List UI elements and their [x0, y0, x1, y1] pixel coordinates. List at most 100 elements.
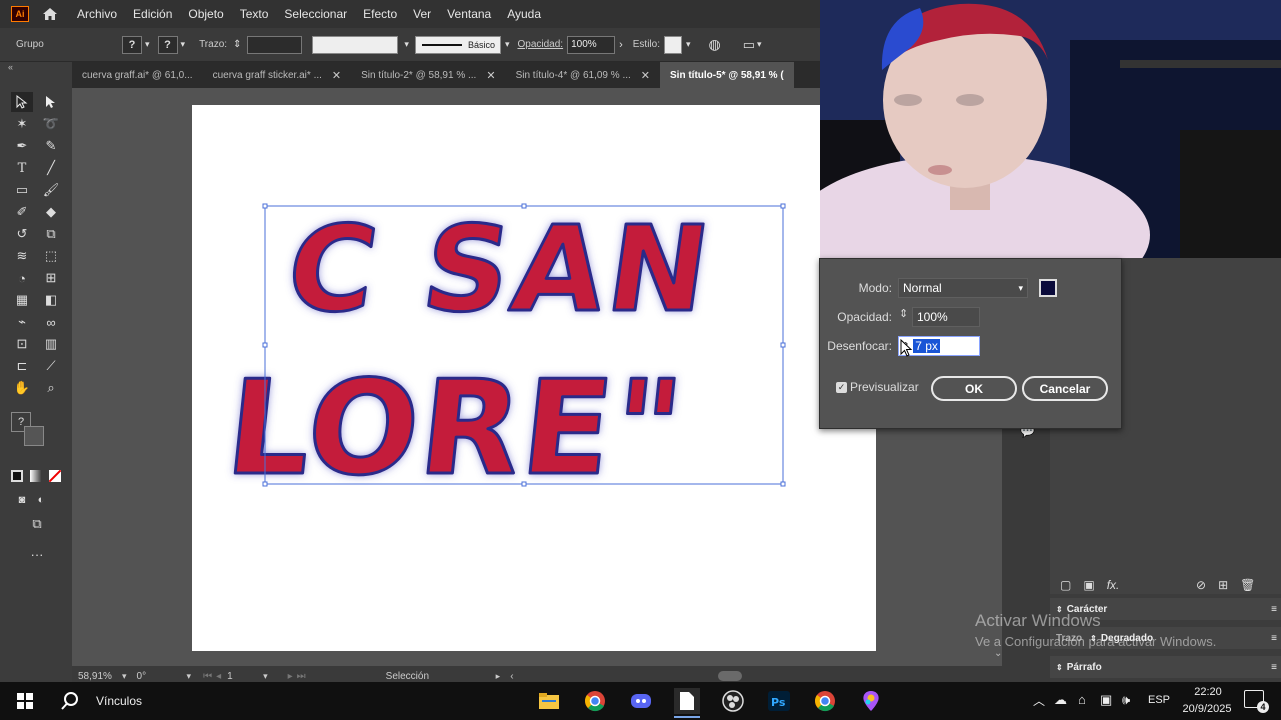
- search-icon[interactable]: [57, 688, 83, 714]
- previous-artboard-icon[interactable]: ◂: [216, 671, 221, 682]
- chevron-down-icon[interactable]: ▾: [263, 671, 268, 682]
- color-mode-icon[interactable]: [11, 470, 23, 482]
- menu-objeto[interactable]: Objeto: [188, 7, 223, 21]
- show-hidden-icons-icon[interactable]: ︿: [1033, 692, 1045, 709]
- lasso-tool-icon[interactable]: ➰: [40, 114, 62, 134]
- network-icon[interactable]: ⌂: [1078, 692, 1086, 707]
- close-icon[interactable]: ✕: [486, 69, 495, 82]
- mode-select[interactable]: Normal ▾: [898, 278, 1028, 298]
- column-graph-tool-icon[interactable]: ▥: [40, 334, 62, 354]
- blend-tool-icon[interactable]: ∞: [40, 312, 62, 332]
- none-mode-icon[interactable]: [49, 470, 61, 482]
- hand-tool-icon[interactable]: ✋: [11, 378, 33, 398]
- tab-cuerva-graff-sticker[interactable]: cuerva graff sticker.ai* ... ✕: [202, 62, 352, 88]
- volume-icon[interactable]: 🕪: [1122, 692, 1130, 708]
- clock-time[interactable]: 22:20: [1183, 686, 1233, 698]
- zoom-tool-icon[interactable]: ⌕: [40, 378, 62, 398]
- stepper-icon[interactable]: ⇕: [899, 307, 908, 320]
- warp-tool-icon[interactable]: ≋: [11, 246, 33, 266]
- last-artboard-icon[interactable]: ⏭: [297, 671, 306, 682]
- stroke-weight-input[interactable]: [247, 35, 303, 54]
- menu-ventana[interactable]: Ventana: [447, 7, 491, 21]
- clear-icon[interactable]: ⊘: [1196, 578, 1206, 592]
- chevron-down-icon[interactable]: ▾: [181, 39, 186, 50]
- mesh-tool-icon[interactable]: ▦: [11, 290, 33, 310]
- chevron-down-icon[interactable]: ▾: [686, 39, 691, 50]
- next-artboard-icon[interactable]: ▸: [288, 671, 293, 682]
- fill-swatch[interactable]: ?: [122, 35, 142, 54]
- brush-definition[interactable]: Básico: [414, 35, 501, 54]
- panel-parrafo[interactable]: ⇕ Párrafo ≡: [1050, 656, 1281, 678]
- chevron-down-icon[interactable]: ▾: [122, 671, 127, 682]
- gradient-mode-icon[interactable]: [30, 470, 42, 482]
- language-indicator[interactable]: ESP: [1148, 694, 1170, 706]
- shaper-tool-icon[interactable]: ✐: [11, 202, 33, 222]
- home-icon[interactable]: [41, 6, 59, 22]
- scroll-left-icon[interactable]: ‹: [510, 671, 513, 682]
- tab-sin-titulo-4[interactable]: Sin título-4* @ 61,09 % ... ✕: [505, 62, 660, 88]
- chevron-right-icon[interactable]: ›: [619, 39, 623, 51]
- discord-icon[interactable]: [628, 688, 654, 714]
- menu-edicion[interactable]: Edición: [133, 7, 172, 21]
- rotate-tool-icon[interactable]: ↺: [11, 224, 33, 244]
- opacity-input[interactable]: 100%: [912, 307, 980, 327]
- preview-label[interactable]: Previsualizar: [850, 380, 919, 394]
- symbol-sprayer-tool-icon[interactable]: ⊡: [11, 334, 33, 354]
- horizontal-scrollbar-thumb[interactable]: [717, 671, 742, 681]
- type-tool-icon[interactable]: T: [11, 158, 33, 178]
- display-icon[interactable]: ▣: [1100, 692, 1112, 708]
- menu-seleccionar[interactable]: Seleccionar: [284, 7, 347, 21]
- opacity-input[interactable]: 100%: [567, 35, 616, 54]
- file-explorer-icon[interactable]: [536, 688, 562, 714]
- chrome-icon[interactable]: [582, 688, 608, 714]
- curvature-tool-icon[interactable]: ✎: [40, 136, 62, 156]
- color-app-icon[interactable]: [858, 688, 884, 714]
- menu-texto[interactable]: Texto: [240, 7, 269, 21]
- obs-icon[interactable]: [720, 688, 746, 714]
- magic-wand-tool-icon[interactable]: ✶: [11, 114, 33, 134]
- chrome-profile-icon[interactable]: [812, 688, 838, 714]
- draw-behind-icon[interactable]: ◐: [30, 490, 52, 510]
- more-tools-icon[interactable]: ···: [26, 544, 48, 564]
- opacity-label[interactable]: Opacidad:: [517, 39, 563, 50]
- graffiti-artwork[interactable]: C SAN LORE": [192, 105, 820, 651]
- rectangle-tool-icon[interactable]: ▭: [11, 180, 33, 200]
- slice-tool-icon[interactable]: ⟋: [40, 356, 62, 376]
- line-tool-icon[interactable]: ╱: [40, 158, 62, 178]
- cloud-icon[interactable]: ☁: [1054, 692, 1067, 708]
- first-artboard-icon[interactable]: ⏮: [203, 671, 212, 682]
- panel-menu-icon[interactable]: ≡: [1271, 633, 1277, 644]
- direct-selection-tool-icon[interactable]: [40, 92, 62, 112]
- chevron-right-icon[interactable]: ▸: [496, 671, 501, 682]
- rotation-value[interactable]: 0°: [137, 671, 187, 682]
- photoshop-icon[interactable]: Ps: [766, 688, 792, 714]
- close-icon[interactable]: ✕: [641, 69, 650, 82]
- chevron-down-icon[interactable]: ▾: [145, 39, 150, 50]
- menu-archivo[interactable]: Archivo: [77, 7, 117, 21]
- graphic-style-swatch[interactable]: [663, 35, 682, 54]
- document-icon[interactable]: [674, 688, 700, 714]
- pen-tool-icon[interactable]: ✒: [11, 136, 33, 156]
- stepper-icon[interactable]: ⇕: [233, 39, 241, 50]
- chevron-down-icon[interactable]: ▾: [187, 671, 192, 682]
- trash-icon[interactable]: 🗑: [1240, 578, 1255, 592]
- taskbar-search-text[interactable]: Vínculos: [96, 694, 142, 708]
- cancel-button[interactable]: Cancelar: [1022, 376, 1108, 401]
- screen-mode-icon[interactable]: ⧉: [26, 514, 48, 534]
- collapse-icon[interactable]: «: [8, 62, 13, 72]
- tab-sin-titulo-2[interactable]: Sin título-2* @ 58,91 % ... ✕: [351, 62, 506, 88]
- artboard-tool-icon[interactable]: ⊏: [11, 356, 33, 376]
- gradient-tool-icon[interactable]: ◧: [40, 290, 62, 310]
- preview-checkbox[interactable]: ✓: [836, 382, 847, 393]
- tab-cuerva-graff[interactable]: cuerva graff.ai* @ 61,0...: [72, 62, 203, 88]
- perspective-grid-tool-icon[interactable]: ⊞: [40, 268, 62, 288]
- windows-start-icon[interactable]: [12, 688, 38, 714]
- stroke-color-icon[interactable]: [24, 426, 44, 446]
- chevron-down-icon[interactable]: ▾: [757, 39, 762, 50]
- recolor-artwork-icon[interactable]: ◍: [709, 36, 721, 53]
- align-icon[interactable]: ▭: [743, 37, 755, 53]
- shape-builder-tool-icon[interactable]: ◔: [11, 268, 33, 288]
- chevron-down-icon[interactable]: ⌄: [994, 648, 1002, 659]
- zoom-level[interactable]: 58,91%: [78, 671, 122, 682]
- paintbrush-tool-icon[interactable]: 🖌: [40, 180, 62, 200]
